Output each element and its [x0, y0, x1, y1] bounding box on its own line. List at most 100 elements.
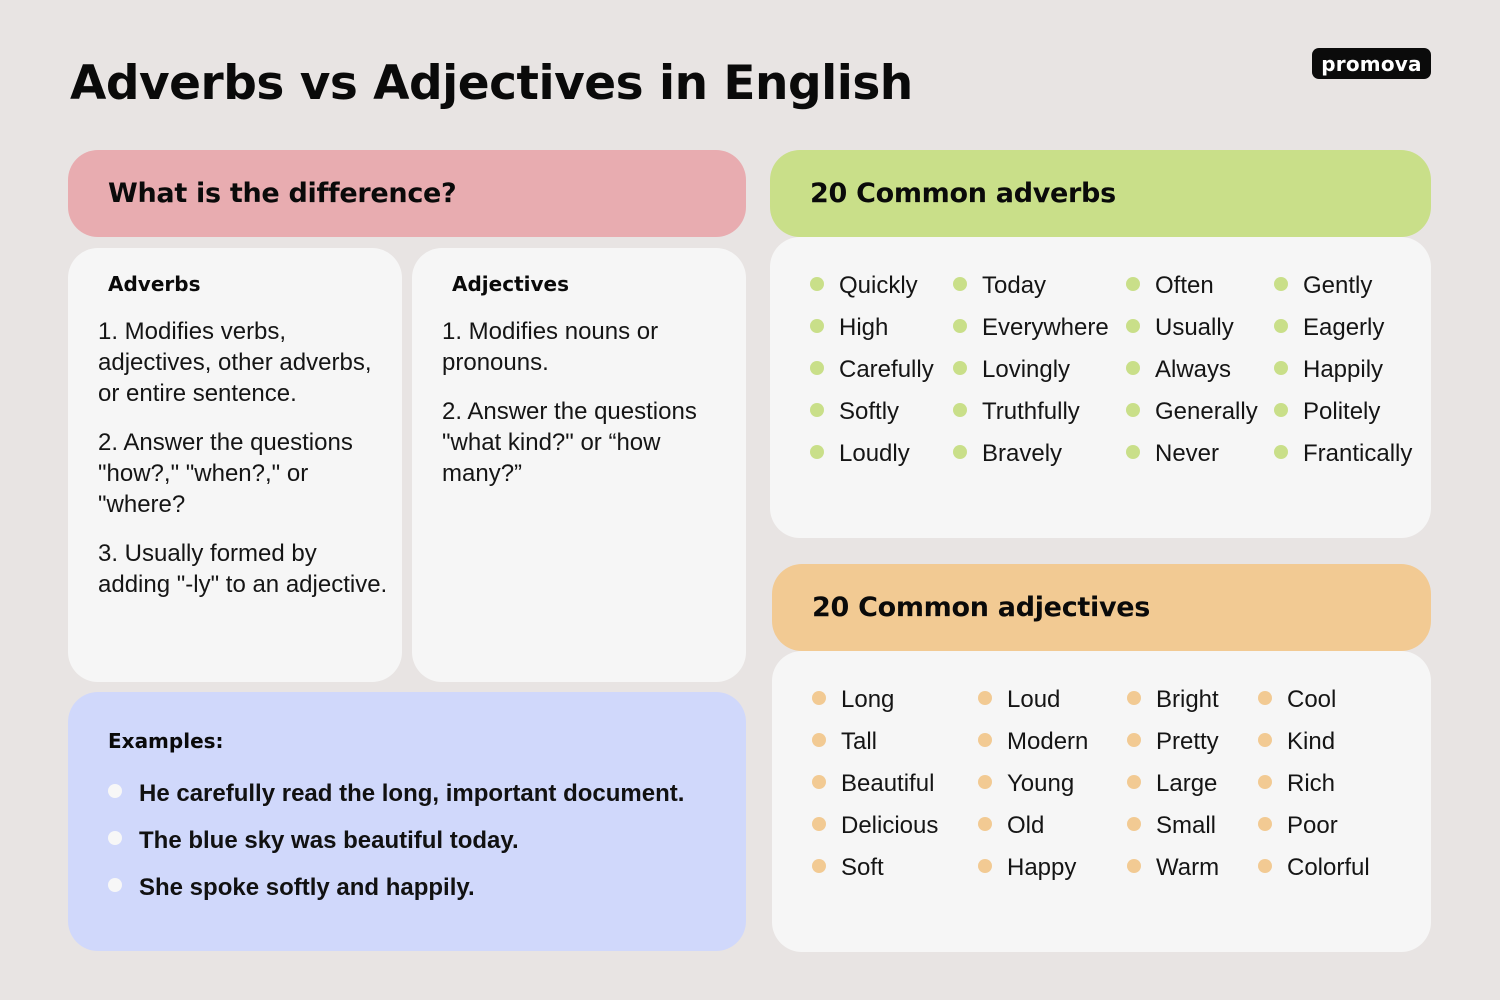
difference-header: What is the difference?	[68, 150, 746, 237]
word-item: Frantically	[1274, 439, 1412, 469]
word-text: Soft	[841, 854, 884, 881]
word-text: Cool	[1287, 686, 1337, 713]
word-item: Softly	[810, 397, 899, 427]
word-text: Truthfully	[982, 398, 1080, 425]
word-text: Today	[982, 272, 1047, 299]
bullet-icon	[108, 830, 122, 845]
word-item: Rich	[1258, 769, 1335, 799]
bullet-icon	[1126, 319, 1140, 333]
word-item: Beautiful	[812, 769, 934, 799]
common-adverbs-header: 20 Common adverbs	[770, 150, 1431, 237]
bullet-icon	[953, 403, 967, 417]
word-text: Often	[1155, 272, 1214, 299]
word-text: Frantically	[1303, 440, 1413, 467]
bullet-icon	[978, 733, 992, 747]
word-text: Colorful	[1287, 854, 1370, 881]
bullet-icon	[810, 403, 824, 417]
word-text: Lovingly	[982, 356, 1071, 383]
common-adjectives-card: Long Tall Beautiful Delicious Soft Loud Modern…	[772, 651, 1431, 952]
word-text: Poor	[1287, 812, 1338, 839]
bullet-icon	[978, 775, 992, 789]
word-item: Colorful	[1258, 853, 1370, 883]
word-text: High	[839, 314, 889, 341]
adverbs-definition-card: Adverbs 1. Modifies verbs, adjectives, o…	[68, 248, 402, 682]
word-item: Large	[1127, 769, 1217, 799]
word-text: Happily	[1303, 356, 1384, 383]
word-text: Eagerly	[1303, 314, 1385, 341]
bullet-icon	[953, 361, 967, 375]
word-text: Softly	[839, 398, 900, 425]
word-text: Small	[1156, 812, 1217, 839]
word-item: Truthfully	[953, 397, 1080, 427]
word-text: Carefully	[839, 356, 934, 383]
promova-logo: promova	[1312, 48, 1431, 79]
word-text: Gently	[1303, 272, 1373, 299]
bullet-icon	[810, 445, 824, 459]
bullet-icon	[1258, 859, 1272, 873]
word-item: Modern	[978, 727, 1088, 757]
example-item: The blue sky was beautiful today.	[108, 817, 684, 864]
word-item: Bravely	[953, 439, 1062, 469]
word-item: Cool	[1258, 685, 1336, 715]
word-item: High	[810, 313, 888, 343]
bullet-icon	[1274, 319, 1288, 333]
bullet-icon	[1258, 775, 1272, 789]
word-item: Always	[1126, 355, 1231, 385]
example-text: He carefully read the long, important do…	[139, 779, 685, 807]
bullet-icon	[1127, 817, 1141, 831]
word-item: Long	[812, 685, 894, 715]
word-text: Bright	[1156, 686, 1219, 713]
bullet-icon	[953, 277, 967, 291]
adjectives-point: 1. Modifies nouns or pronouns.	[442, 318, 659, 376]
word-text: Happy	[1007, 854, 1077, 881]
word-item: Gently	[1274, 271, 1372, 301]
bullet-icon	[1126, 361, 1140, 375]
word-item: Kind	[1258, 727, 1335, 757]
word-text: Kind	[1287, 728, 1336, 755]
bullet-icon	[1258, 733, 1272, 747]
word-item: Politely	[1274, 397, 1380, 427]
bullet-icon	[953, 445, 967, 459]
example-item: She spoke softly and happily.	[108, 864, 684, 911]
word-text: Large	[1156, 770, 1218, 797]
word-item: Small	[1127, 811, 1216, 841]
example-item: He carefully read the long, important do…	[108, 770, 684, 817]
bullet-icon	[1258, 817, 1272, 831]
bullet-icon	[978, 817, 992, 831]
bullet-icon	[978, 691, 992, 705]
word-item: Old	[978, 811, 1044, 841]
examples-list: He carefully read the long, important do…	[108, 770, 684, 911]
word-item: Never	[1126, 439, 1219, 469]
adverbs-card-title: Adverbs	[108, 272, 201, 296]
word-item: Pretty	[1127, 727, 1219, 757]
bullet-icon	[1274, 445, 1288, 459]
word-item: Loud	[978, 685, 1060, 715]
page-title: Adverbs vs Adjectives in English	[70, 56, 913, 111]
word-item: Lovingly	[953, 355, 1070, 385]
word-item: Happily	[1274, 355, 1383, 385]
word-item: Bright	[1127, 685, 1219, 715]
word-text: Loudly	[839, 440, 910, 467]
bullet-icon	[1126, 277, 1140, 291]
adjectives-points-list: 1. Modifies nouns or pronouns. 2. Answer…	[442, 316, 738, 507]
bullet-icon	[1127, 733, 1141, 747]
word-text: Modern	[1007, 728, 1089, 755]
word-text: Warm	[1156, 854, 1220, 881]
infographic: Adverbs vs Adjectives in English promova…	[0, 0, 1500, 1000]
bullet-icon	[1258, 691, 1272, 705]
word-text: Everywhere	[982, 314, 1109, 341]
word-item: Usually	[1126, 313, 1234, 343]
bullet-icon	[810, 319, 824, 333]
bullet-icon	[812, 691, 826, 705]
adjectives-card-title: Adjectives	[452, 272, 569, 296]
word-item: Delicious	[812, 811, 938, 841]
word-item: Tall	[812, 727, 877, 757]
word-item: Quickly	[810, 271, 918, 301]
bullet-icon	[108, 877, 122, 892]
bullet-icon	[953, 319, 967, 333]
word-item: Today	[953, 271, 1046, 301]
word-text: Old	[1007, 812, 1045, 839]
word-text: Politely	[1303, 398, 1381, 425]
bullet-icon	[1126, 445, 1140, 459]
bullet-icon	[1274, 361, 1288, 375]
